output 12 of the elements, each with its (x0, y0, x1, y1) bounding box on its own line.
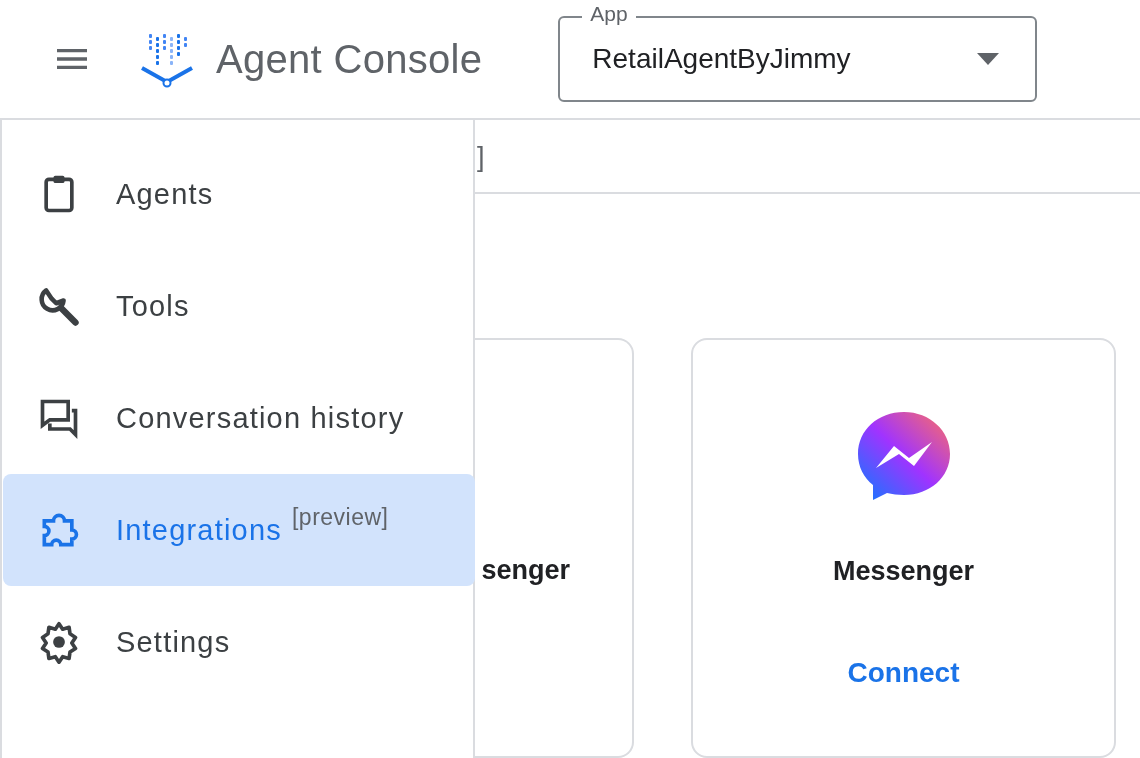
connect-link[interactable]: Connect (847, 657, 960, 689)
preview-tag: [preview] (291, 504, 389, 531)
card-title: senger (481, 555, 570, 586)
nav-item[interactable]: Settings (3, 586, 475, 698)
tab-label[interactable]: ] (477, 142, 485, 173)
nav-item[interactable]: Agents (3, 138, 475, 250)
nav-item[interactable]: Conversation history (3, 362, 475, 474)
card-title: Messenger (832, 556, 975, 587)
app-title: Agent Console (216, 36, 483, 82)
nav-item[interactable]: Integrations [preview] (3, 474, 475, 586)
nav-item[interactable]: Tools (3, 250, 475, 362)
caret-icon (977, 53, 1000, 65)
